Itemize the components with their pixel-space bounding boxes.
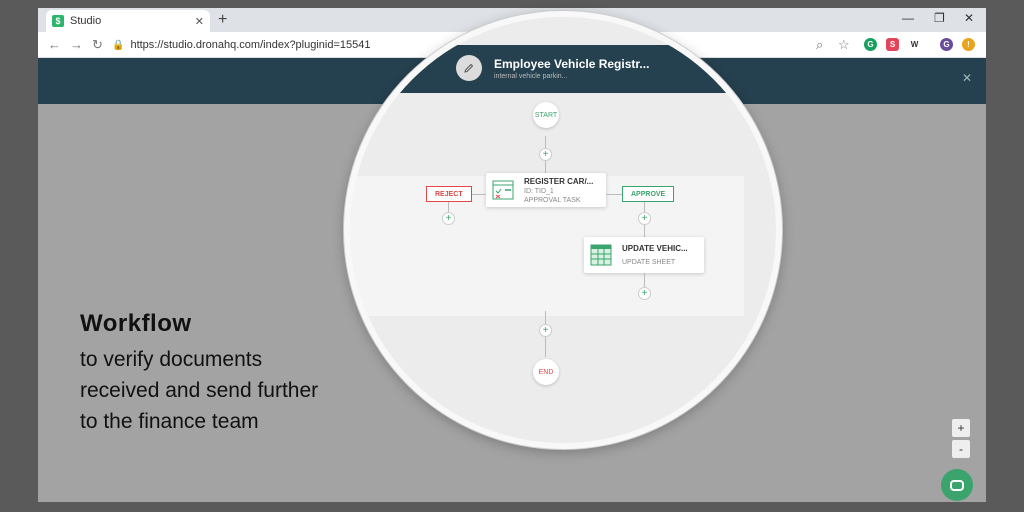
lock-icon: 🔒 — [112, 39, 125, 51]
update-sheet-icon — [590, 244, 612, 266]
approve-branch[interactable]: APPROVE — [622, 186, 675, 202]
back-icon[interactable]: ← — [48, 37, 61, 52]
new-tab-icon[interactable]: + — [218, 11, 227, 29]
minimize-icon[interactable]: — — [902, 11, 914, 25]
extension-w-icon[interactable]: W — [908, 38, 921, 51]
add-step-button[interactable]: + — [539, 324, 552, 337]
task-type: UPDATE SHEET — [622, 259, 676, 266]
end-node[interactable]: END — [533, 359, 559, 385]
workflow-title: Employee Vehicle Registr... — [494, 57, 650, 71]
edit-workflow-button[interactable] — [456, 55, 482, 81]
forward-icon[interactable]: → — [70, 37, 83, 52]
reload-icon[interactable]: ↻ — [92, 37, 103, 53]
restore-icon[interactable]: ❐ — [934, 11, 945, 25]
caption-line: to verify documents — [80, 348, 263, 371]
zoom-in-button[interactable]: + — [952, 419, 970, 437]
task-card-update[interactable]: UPDATE VEHIC... UPDATE SHEET — [584, 237, 704, 273]
bookmark-star-icon[interactable]: ☆ — [838, 37, 850, 53]
window-close-icon[interactable]: ✕ — [964, 11, 974, 25]
approval-task-icon — [492, 180, 514, 200]
task-type: APPROVAL TASK — [524, 197, 581, 204]
chat-icon — [950, 479, 964, 491]
browser-tab[interactable]: $ Studio ✕ — [46, 10, 210, 32]
caption: Workflow to verify documents received an… — [80, 310, 318, 437]
profile-avatar-icon[interactable]: G — [940, 38, 953, 51]
chat-button[interactable] — [941, 469, 973, 501]
add-step-button[interactable]: + — [539, 148, 552, 161]
add-step-button[interactable]: + — [638, 287, 651, 300]
task-title: UPDATE VEHIC... — [622, 244, 688, 253]
start-node[interactable]: START — [533, 102, 559, 128]
url-text: https://studio.dronahq.com/index?plugini… — [130, 39, 371, 51]
workflow-subtitle: internal vehicle parkin... — [494, 73, 568, 80]
close-editor-icon[interactable]: ✕ — [962, 71, 972, 85]
magnifier-lens: Employee Vehicle Registr... internal veh… — [344, 11, 782, 449]
task-title: REGISTER CAR/... — [524, 177, 594, 186]
caption-line: received and send further — [80, 379, 319, 402]
alert-extension-icon[interactable]: ! — [962, 38, 975, 51]
studio-favicon-icon: $ — [52, 15, 64, 27]
zoom-out-button[interactable]: - — [952, 440, 970, 458]
add-step-button[interactable]: + — [638, 212, 651, 225]
caption-title: Workflow — [80, 310, 192, 337]
tab-close-icon[interactable]: ✕ — [195, 15, 204, 28]
grammarly-extension-icon[interactable]: G — [864, 38, 877, 51]
tab-title: Studio — [70, 15, 102, 27]
pencil-icon — [464, 63, 474, 73]
task-card-register[interactable]: REGISTER CAR/... ID: TID_1 APPROVAL TASK — [486, 173, 606, 207]
zoom-magnifier-icon[interactable]: ⌕ — [816, 37, 823, 53]
extension-s-icon[interactable]: S — [886, 38, 899, 51]
task-id: ID: TID_1 — [524, 188, 554, 195]
caption-line: to the finance team — [80, 410, 259, 433]
add-step-button[interactable]: + — [442, 212, 455, 225]
reject-branch[interactable]: REJECT — [426, 186, 472, 202]
